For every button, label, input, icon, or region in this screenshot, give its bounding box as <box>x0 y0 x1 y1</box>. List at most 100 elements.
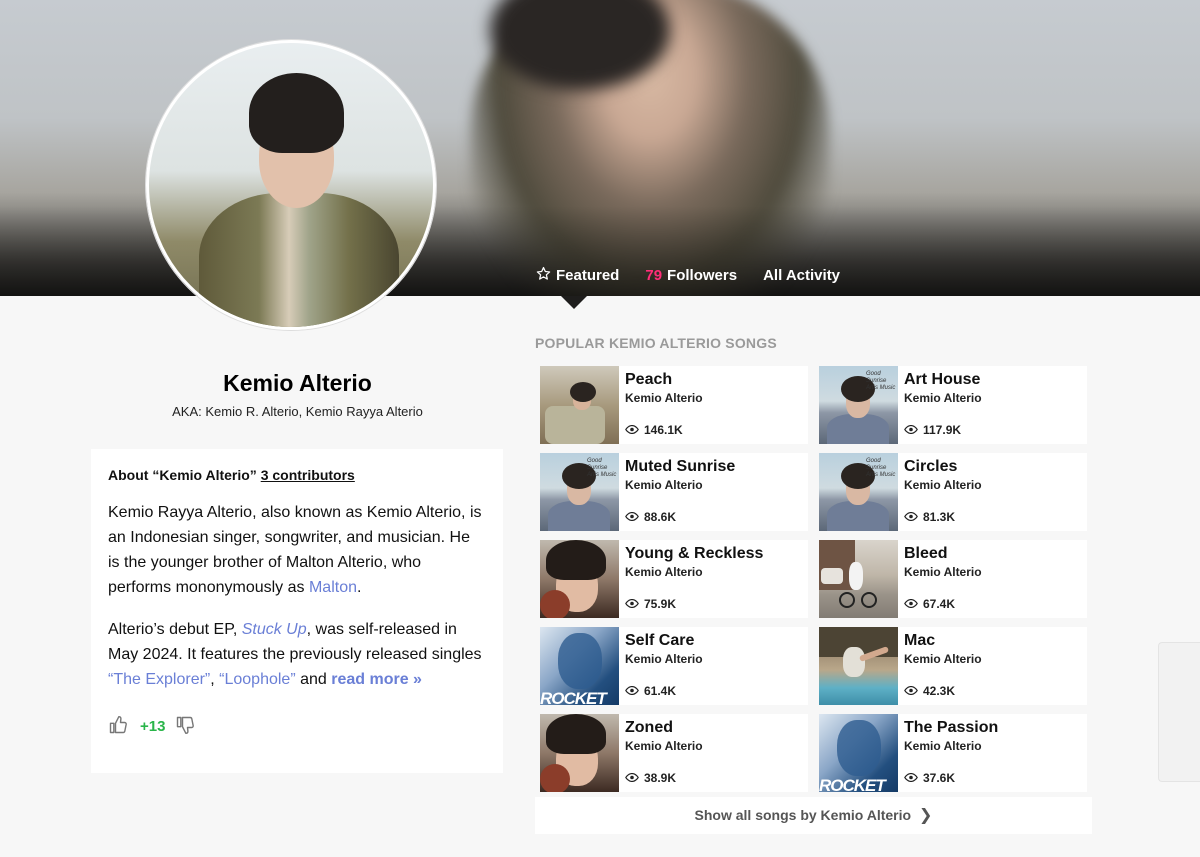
song-cover-art[interactable]: Good Sunrise Artis Music <box>819 366 898 444</box>
tab-featured[interactable]: Featured <box>536 266 619 285</box>
song-artist: Kemio Alterio <box>904 739 982 753</box>
song-artist: Kemio Alterio <box>625 565 703 579</box>
song-views: 81.3K <box>904 510 955 524</box>
side-panel-tab[interactable] <box>1158 642 1200 782</box>
cover-bike-wheel <box>861 592 877 608</box>
thumbs-down-icon[interactable] <box>175 715 197 737</box>
vote-bar: +13 <box>108 715 197 737</box>
song-views: 42.3K <box>904 684 955 698</box>
show-all-label: Show all songs by Kemio Alterio <box>694 807 912 823</box>
cover-person-hair <box>546 540 606 580</box>
eye-icon <box>625 597 639 611</box>
cover-person-body <box>548 501 610 531</box>
about-heading: About “Kemio Alterio” 3 contributors <box>108 467 485 483</box>
tab-all-activity[interactable]: All Activity <box>763 266 840 285</box>
about-paragraph-1: Kemio Rayya Alterio, also known as Kemio… <box>108 500 485 600</box>
song-cover-art[interactable] <box>540 714 619 792</box>
song-cover-art[interactable] <box>540 366 619 444</box>
vote-score: +13 <box>140 717 166 735</box>
song-card[interactable]: Mac Kemio Alterio 42.3K <box>819 627 1087 705</box>
about-p2-and: and <box>295 671 332 688</box>
song-card[interactable]: Good Sunrise Artis Music Art House Kemio A… <box>819 366 1087 444</box>
about-heading-title: About “Kemio Alterio” <box>108 467 257 483</box>
song-cover-art[interactable] <box>819 627 898 705</box>
song-card[interactable]: Peach Kemio Alterio 146.1K <box>540 366 808 444</box>
avatar-hair <box>249 73 344 153</box>
read-more-link[interactable]: read more » <box>331 671 422 688</box>
chevron-right-icon: ❯ <box>919 807 933 824</box>
eye-icon <box>904 423 918 437</box>
contributors-link[interactable]: 3 contributors <box>261 467 355 483</box>
cover-scrawl: Good Sunrise Artis Music <box>866 458 896 478</box>
about-card: About “Kemio Alterio” 3 contributors Kem… <box>91 449 503 773</box>
thumbs-up-icon[interactable] <box>108 715 130 737</box>
popular-songs-heading: POPULAR KEMIO ALTERIO SONGS <box>535 335 777 351</box>
loophole-link[interactable]: “Loophole” <box>219 671 296 688</box>
the-explorer-link[interactable]: “The Explorer” <box>108 671 210 688</box>
song-card[interactable]: Good Sunrise Artis Music Muted Sunrise Kem… <box>540 453 808 531</box>
cover-person-body <box>827 501 889 531</box>
song-card[interactable]: Young & Reckless Kemio Alterio 75.9K <box>540 540 808 618</box>
song-card[interactable]: Good Sunrise Artis Music Circles Kemio Alt… <box>819 453 1087 531</box>
song-title[interactable]: The Passion <box>904 719 998 737</box>
song-views: 117.9K <box>904 423 961 437</box>
song-views: 88.6K <box>625 510 676 524</box>
song-view-count: 117.9K <box>923 423 962 437</box>
eye-icon <box>904 684 918 698</box>
song-views: 67.4K <box>904 597 955 611</box>
song-view-count: 75.9K <box>644 597 677 611</box>
song-title[interactable]: Art House <box>904 371 980 389</box>
song-card[interactable]: ROCKET Self Care Kemio Alterio 61.4K <box>540 627 808 705</box>
tab-all-activity-label: All Activity <box>763 267 841 284</box>
song-card[interactable]: ROCKET The Passion Kemio Alterio 37.6K <box>819 714 1087 792</box>
song-artist: Kemio Alterio <box>904 391 982 405</box>
song-title[interactable]: Bleed <box>904 545 948 563</box>
song-title[interactable]: Circles <box>904 458 957 476</box>
avatar <box>146 40 436 330</box>
song-title[interactable]: Mac <box>904 632 935 650</box>
song-title[interactable]: Zoned <box>625 719 673 737</box>
tab-followers[interactable]: 79 Followers <box>645 266 737 285</box>
tab-followers-label: Followers <box>667 267 738 284</box>
cover-chair <box>545 406 605 444</box>
song-title[interactable]: Peach <box>625 371 672 389</box>
song-views: 75.9K <box>625 597 676 611</box>
song-title[interactable]: Self Care <box>625 632 694 650</box>
cover-ball <box>540 590 570 618</box>
song-artist: Kemio Alterio <box>625 478 703 492</box>
followers-count: 79 <box>645 267 663 284</box>
song-artist: Kemio Alterio <box>625 391 703 405</box>
cover-person <box>843 647 865 677</box>
song-views: 61.4K <box>625 684 676 698</box>
song-cover-art[interactable]: Good Sunrise Artis Music <box>819 453 898 531</box>
song-artist: Kemio Alterio <box>625 739 703 753</box>
cover-rider <box>849 562 863 590</box>
show-all-songs-button[interactable]: Show all songs by Kemio Alterio ❯ <box>535 797 1092 834</box>
about-p1-text: Kemio Rayya Alterio, also known as Kemio… <box>108 504 482 596</box>
song-cover-art[interactable]: ROCKET <box>540 627 619 705</box>
stuck-up-link[interactable]: Stuck Up <box>242 621 307 638</box>
song-card[interactable]: Zoned Kemio Alterio 38.9K <box>540 714 808 792</box>
song-view-count: 61.4K <box>644 684 677 698</box>
malton-link[interactable]: Malton <box>309 579 357 596</box>
star-icon <box>536 266 551 285</box>
song-cover-art[interactable]: Good Sunrise Artis Music <box>540 453 619 531</box>
cover-person-body <box>827 414 889 444</box>
song-view-count: 38.9K <box>644 771 677 785</box>
artist-aka: AKA: Kemio R. Alterio, Kemio Rayya Alter… <box>172 404 423 419</box>
song-cover-art[interactable] <box>540 540 619 618</box>
song-artist: Kemio Alterio <box>904 565 982 579</box>
cover-person-face <box>837 720 881 776</box>
song-views: 38.9K <box>625 771 676 785</box>
song-card[interactable]: Bleed Kemio Alterio 67.4K <box>819 540 1087 618</box>
song-title[interactable]: Young & Reckless <box>625 545 763 563</box>
eye-icon <box>904 597 918 611</box>
active-tab-caret <box>561 296 587 309</box>
cover-rocket-text: ROCKET <box>819 776 886 792</box>
song-cover-art[interactable]: ROCKET <box>819 714 898 792</box>
about-p2-start: Alterio’s debut EP, <box>108 621 242 638</box>
song-cover-art[interactable] <box>819 540 898 618</box>
cover-scrawl: Good Sunrise Artis Music <box>587 458 617 478</box>
song-title[interactable]: Muted Sunrise <box>625 458 735 476</box>
eye-icon <box>625 423 639 437</box>
